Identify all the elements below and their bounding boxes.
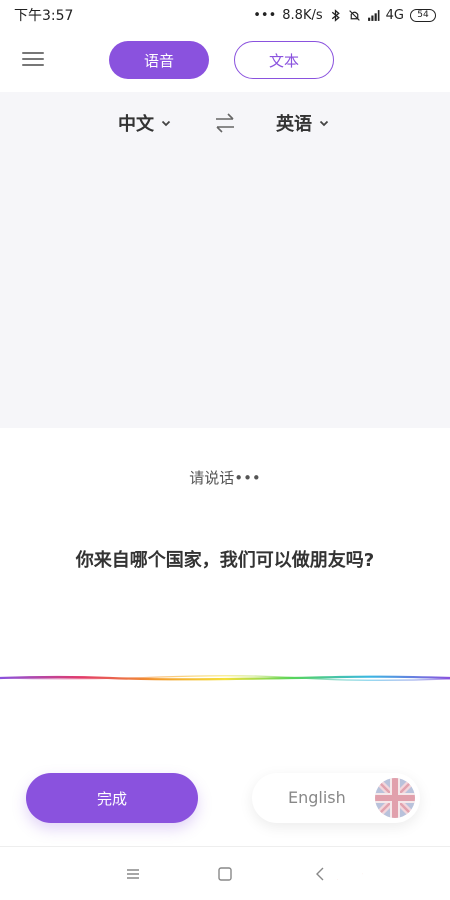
- chevron-down-icon: [319, 120, 329, 127]
- menu-icon[interactable]: [22, 48, 44, 70]
- network-type: 4G: [385, 7, 404, 23]
- signal-icon: [367, 9, 380, 21]
- tab-text[interactable]: 文本: [234, 41, 334, 79]
- battery-icon: 54: [410, 8, 436, 22]
- status-bar: 下午3:57 ••• 8.8K/s 4G 54: [0, 0, 450, 30]
- recognized-speech-text: 你来自哪个国家，我们可以做朋友吗?: [75, 550, 375, 571]
- source-language-label: 中文: [118, 114, 154, 135]
- watermark-text: 锐客网: [332, 857, 404, 885]
- source-language-select[interactable]: 中文: [118, 110, 172, 136]
- uk-flag-icon: [375, 778, 415, 818]
- net-speed: 8.8K/s: [282, 7, 323, 23]
- bluetooth-icon: [331, 8, 340, 22]
- battery-level: 54: [417, 9, 429, 20]
- target-language-select[interactable]: 英语: [276, 110, 330, 136]
- speech-prompt: 请说话•••: [0, 467, 450, 488]
- translation-panel: 中文 英语: [0, 92, 450, 428]
- status-icons: ••• 8.8K/s 4G 54: [253, 8, 436, 23]
- dots-icon: •••: [253, 7, 277, 23]
- recent-apps-icon[interactable]: [124, 865, 142, 883]
- status-time: 下午3:57: [14, 8, 74, 24]
- target-language-label: 英语: [276, 114, 312, 135]
- swap-languages-icon[interactable]: [213, 112, 237, 134]
- chevron-down-icon: [161, 120, 171, 127]
- done-button[interactable]: 完成: [26, 773, 198, 823]
- mute-bell-icon: [348, 9, 360, 21]
- home-icon[interactable]: [216, 865, 234, 883]
- tab-voice[interactable]: 语音: [109, 41, 209, 79]
- top-nav: 语音 文本: [0, 38, 450, 82]
- back-icon[interactable]: [312, 865, 330, 883]
- output-language-pill[interactable]: English: [252, 773, 420, 823]
- speech-prompt-label: 请说话: [189, 469, 235, 487]
- voice-waveform: [0, 675, 450, 681]
- output-language-label: English: [288, 788, 346, 807]
- typing-dots-icon: •••: [234, 469, 261, 487]
- site-watermark-logo: 锐客网: [332, 857, 405, 886]
